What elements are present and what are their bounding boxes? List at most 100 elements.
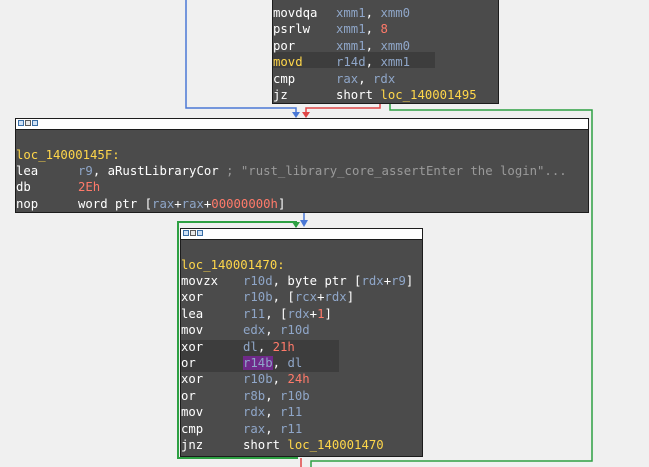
operands[interactable]: r10b, 24h [243, 371, 310, 387]
block-label[interactable]: loc_140001470: [181, 257, 285, 273]
operand-token: + [309, 306, 318, 321]
arrow-head [300, 220, 308, 227]
operand-token: rdx [373, 71, 396, 86]
operand-token: 8 [380, 22, 388, 37]
operands[interactable]: word ptr [rax+rax+00000000h] [78, 196, 285, 212]
operand-token: , [92, 164, 108, 178]
operand-token: short [336, 88, 381, 102]
operands[interactable]: edx, r10d [243, 322, 310, 338]
operand-token: word ptr [ [78, 196, 153, 211]
operands[interactable]: xmm1, xmm0 [336, 5, 410, 21]
graph-canvas[interactable]: movdqa xmm1, xmm0 psrlw xmm1, 8 por xmm1, xmm… [0, 0, 649, 467]
operands[interactable]: r14b, dl [243, 355, 302, 371]
operand-token: xmm0 [380, 38, 411, 53]
basic-block-middle[interactable]: loc_14000145F: lea r9, aRustLibraryCor ; … [15, 118, 589, 213]
operand-token: + [383, 274, 392, 288]
operand-token: , [265, 421, 281, 436]
operand-token: r14b [243, 356, 273, 370]
operand-token: ] [405, 274, 414, 288]
operand-token: r10b [280, 388, 310, 403]
mnemonic: xor [181, 290, 204, 305]
basic-block-top[interactable]: movdqa xmm1, xmm0 psrlw xmm1, 8 por xmm1, xmm… [272, 0, 499, 104]
operands[interactable]: dl, 21h [243, 339, 295, 355]
block-label[interactable]: loc_14000145F: [16, 147, 120, 163]
operand-token: ] [346, 290, 355, 305]
operand-token: r11 [280, 405, 303, 420]
operand-token: , [365, 55, 381, 70]
operand-token: 2Eh [78, 180, 101, 195]
operands[interactable]: r10b, [rcx+rdx] [243, 289, 354, 305]
operands[interactable]: xmm1, xmm0 [336, 38, 410, 54]
operand-token: , [358, 71, 374, 86]
operands[interactable]: rdx, r11 [243, 404, 302, 420]
operands[interactable]: short loc_140001495 [336, 87, 477, 103]
operand-token: , [257, 339, 273, 354]
operand-token: ] [277, 196, 286, 211]
operand-token: , byte ptr [ [272, 274, 362, 288]
operands[interactable]: rax, r11 [243, 421, 302, 437]
operand-token: , [272, 356, 288, 370]
operand-token: r9 [391, 274, 406, 288]
operand-token: 24h [287, 372, 310, 387]
operands[interactable]: rax, rdx [336, 71, 395, 87]
mnemonic: movdqa [273, 6, 318, 20]
operands[interactable]: r14d, xmm1 [336, 54, 410, 70]
mnemonic: cmp [181, 421, 204, 436]
graph-node-icon[interactable] [18, 120, 24, 126]
operands[interactable]: r11, [rdx+1] [243, 306, 332, 322]
mnemonic: movd [273, 55, 303, 70]
graph-node-icon[interactable] [183, 230, 189, 236]
operand-token[interactable]: loc_140001470 [287, 438, 383, 452]
operand-token: xmm1 [336, 22, 366, 37]
mnemonic: por [273, 38, 296, 53]
operand-token: dl [243, 339, 258, 354]
operand-token: , [ [272, 290, 295, 305]
node-titlebar[interactable] [181, 229, 422, 240]
mnemonic: nop [16, 196, 39, 211]
operand-token: ] [324, 306, 332, 321]
operand-token: r11 [280, 421, 303, 436]
operand-token: + [174, 196, 182, 211]
operands[interactable]: 2Eh [78, 179, 100, 195]
operand-token: r10b [243, 372, 273, 387]
list-icon[interactable] [190, 230, 196, 236]
operands[interactable]: r9, aRustLibraryCor ; "rust_library_core… [78, 163, 567, 179]
operands[interactable]: r8b, r10b [243, 388, 310, 404]
node-titlebar[interactable] [16, 119, 588, 130]
operands[interactable]: r10d, byte ptr [rdx+r9] [243, 273, 413, 289]
mnemonic: xor [181, 339, 204, 354]
operand-token: r11 [243, 306, 266, 321]
titlebar-icons [183, 230, 203, 236]
mnemonic: mov [181, 323, 204, 338]
operand-token: xmm1 [336, 38, 366, 53]
mnemonic: lea [181, 306, 204, 321]
titlebar-icons [18, 120, 38, 126]
operand-token: xmm1 [336, 6, 366, 20]
operand-token: rax [152, 196, 175, 211]
mnemonic: or [181, 356, 196, 370]
operand-token: , [265, 388, 281, 403]
operand-token: short [243, 438, 288, 452]
operand-token: aRustLibraryCor [107, 164, 219, 178]
basic-block-bottom[interactable]: loc_140001470: movzx r10d, byte ptr [rdx+… [180, 228, 423, 457]
operand-token: r10d [280, 323, 310, 338]
operand-token: , [265, 323, 281, 338]
operand-token: , [365, 6, 381, 20]
collapse-icon[interactable] [32, 120, 38, 126]
operand-token: r8b [243, 388, 266, 403]
operand-token: 00000000h [211, 196, 278, 211]
operands[interactable]: xmm1, 8 [336, 21, 388, 37]
mnemonic: movzx [181, 274, 219, 288]
collapse-icon[interactable] [197, 230, 203, 236]
operands[interactable]: short loc_140001470 [243, 437, 384, 453]
operand-token: ; "rust_library_core_assertEnter the log… [218, 164, 567, 178]
operand-token: rax [336, 71, 359, 86]
operand-token: r10d [243, 274, 273, 288]
edge-false [305, 103, 381, 116]
mnemonic: db [16, 180, 31, 195]
operand-token: rcx [294, 290, 318, 305]
operand-token: dl [287, 356, 303, 370]
operand-token: rax [181, 196, 204, 211]
list-icon[interactable] [25, 120, 31, 126]
operand-token[interactable]: loc_140001495 [380, 88, 476, 102]
